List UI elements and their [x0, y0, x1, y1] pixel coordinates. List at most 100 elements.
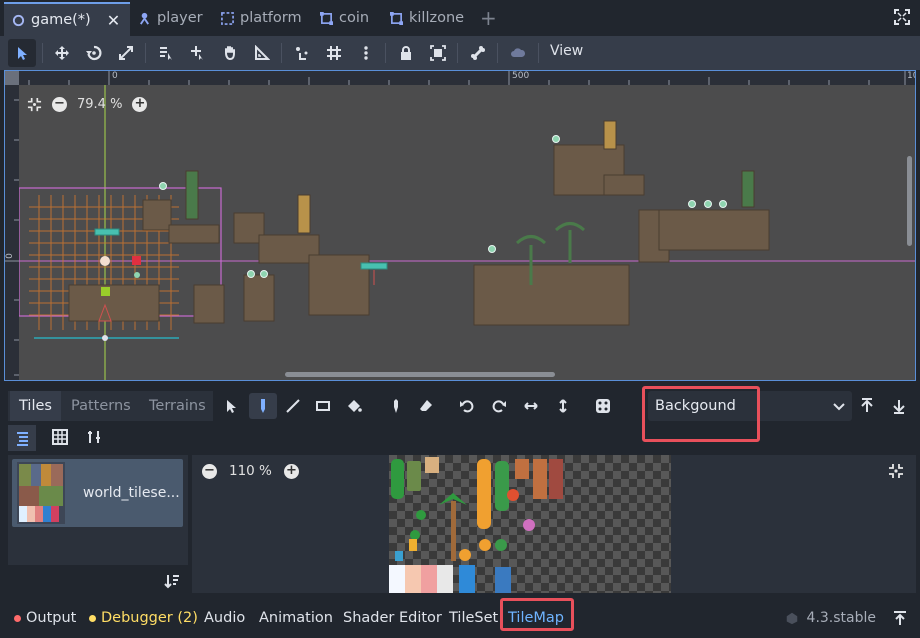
select-mode-button[interactable] — [8, 39, 36, 67]
rotate-left-icon — [460, 400, 474, 413]
select-tool-button[interactable] — [217, 393, 245, 419]
area2d-icon — [320, 11, 333, 25]
viewport-zoom-control: − 79.4 % + — [27, 97, 148, 112]
tools-menu-button[interactable] — [86, 429, 102, 449]
horizontal-scrollbar[interactable] — [285, 372, 555, 377]
line-icon — [286, 399, 300, 413]
ruler-top: 0 500 100 — [19, 71, 915, 85]
add-tab-button[interactable]: + — [480, 4, 497, 32]
scene-tab-label: killzone — [409, 10, 465, 26]
arrow-down-icon — [893, 400, 905, 414]
scene-tab-player[interactable]: player — [138, 4, 203, 32]
scene-tab-label: player — [157, 10, 203, 26]
layer-up-button[interactable] — [853, 393, 881, 419]
chevron-down-icon — [833, 403, 845, 411]
flip-horizontal-icon — [524, 402, 538, 410]
rect-tool-button[interactable] — [309, 393, 337, 419]
paint-tool-button[interactable] — [249, 393, 277, 419]
scene-tab-platform[interactable]: platform — [221, 4, 302, 32]
tile-atlas-view[interactable]: − 110 % + — [192, 455, 916, 593]
random-tile-button[interactable] — [589, 393, 617, 419]
picker-tool-button[interactable] — [382, 393, 410, 419]
bake-2d-button[interactable] — [504, 39, 532, 67]
move-mode-button[interactable] — [48, 39, 76, 67]
output-tab-label: Output — [26, 610, 77, 626]
atlas-zoom-control: − 110 % + — [202, 463, 299, 479]
center-view-icon[interactable] — [888, 463, 904, 479]
flip-v-button[interactable] — [549, 393, 577, 419]
center-view-icon[interactable] — [27, 97, 42, 112]
flip-h-button[interactable] — [517, 393, 545, 419]
hand-icon — [225, 46, 235, 61]
zoom-in-button[interactable]: + — [132, 97, 148, 112]
sort-icon[interactable] — [164, 573, 180, 589]
rotate-right-button[interactable] — [485, 393, 513, 419]
vertical-scrollbar[interactable] — [907, 156, 912, 246]
ruler-icon — [255, 45, 270, 60]
kebab-menu-icon — [364, 46, 368, 60]
debugger-tab[interactable]: Debugger (2) — [89, 604, 198, 632]
level-canvas — [19, 85, 915, 380]
rotate-left-button[interactable] — [453, 393, 481, 419]
scene-tab-killzone[interactable]: killzone — [390, 4, 464, 32]
eraser-tool-button[interactable] — [412, 393, 440, 419]
zoom-level-label[interactable]: 79.4 % — [77, 97, 122, 112]
ruler-mode-button[interactable] — [248, 39, 276, 67]
lock-icon — [401, 46, 411, 60]
snap-options-button[interactable] — [352, 39, 380, 67]
output-tab[interactable]: Output — [14, 604, 76, 632]
godot-logo-icon — [786, 612, 797, 625]
highlight-box — [500, 598, 574, 631]
tab-terrains[interactable]: Terrains — [149, 391, 206, 421]
dice-icon — [596, 399, 610, 413]
zoom-in-button[interactable]: + — [283, 463, 299, 479]
close-icon[interactable]: ✕ — [107, 11, 120, 30]
scene-tabs-bar: game(*) ✕ player platform coin killzone … — [0, 0, 920, 36]
tab-patterns[interactable]: Patterns — [71, 391, 131, 421]
ruler-corner — [5, 71, 19, 85]
animation-tab[interactable]: Animation — [259, 604, 333, 632]
scene-tab-game[interactable]: game(*) ✕ — [4, 2, 131, 36]
grid-icon — [327, 46, 341, 60]
layer-down-button[interactable] — [885, 393, 913, 419]
ruler-label: 0 — [112, 71, 118, 81]
zoom-out-button[interactable]: − — [202, 463, 217, 479]
grid-icon — [52, 429, 68, 445]
tileset-tab[interactable]: TileSet — [449, 604, 498, 632]
bucket-tool-button[interactable] — [340, 393, 368, 419]
animatable-body-icon — [221, 11, 234, 25]
list-select-button[interactable] — [152, 39, 180, 67]
rotate-mode-button[interactable] — [80, 39, 108, 67]
list-select-icon — [160, 47, 172, 60]
tile-atlas-image[interactable] — [389, 455, 671, 593]
view-menu-button[interactable]: View — [550, 43, 583, 59]
lock-button[interactable] — [392, 39, 420, 67]
tile-source-item[interactable]: world_tilese... — [12, 459, 183, 527]
area2d-icon — [390, 11, 403, 25]
zoom-out-button[interactable]: − — [52, 97, 67, 112]
expand-panel-icon[interactable] — [892, 610, 908, 626]
scale-mode-button[interactable] — [112, 39, 140, 67]
line-tool-button[interactable] — [279, 393, 307, 419]
atlas-zoom-label[interactable]: 110 % — [229, 463, 272, 479]
pivot-mode-button[interactable] — [184, 39, 212, 67]
smart-snap-button[interactable] — [288, 39, 316, 67]
ruler-label: 500 — [512, 71, 530, 81]
debugger-tab-label: Debugger (2) — [101, 610, 198, 626]
group-button[interactable] — [424, 39, 452, 67]
source-list-view-button[interactable] — [8, 425, 36, 451]
grid-snap-button[interactable] — [320, 39, 348, 67]
tab-tiles[interactable]: Tiles — [10, 391, 61, 421]
tools-icon — [88, 431, 100, 443]
pan-mode-button[interactable] — [216, 39, 244, 67]
scene-tab-label: platform — [240, 10, 302, 26]
distraction-free-icon[interactable] — [894, 9, 910, 25]
shader-editor-tab[interactable]: Shader Editor — [343, 604, 442, 632]
character-icon — [140, 12, 149, 25]
highlight-box — [642, 386, 760, 442]
skeleton-button[interactable] — [464, 39, 492, 67]
audio-tab[interactable]: Audio — [204, 604, 245, 632]
canvas-viewport[interactable]: 0 500 100 0 — [4, 70, 916, 381]
atlas-grid-button[interactable] — [52, 429, 68, 449]
scene-tab-coin[interactable]: coin — [320, 4, 369, 32]
